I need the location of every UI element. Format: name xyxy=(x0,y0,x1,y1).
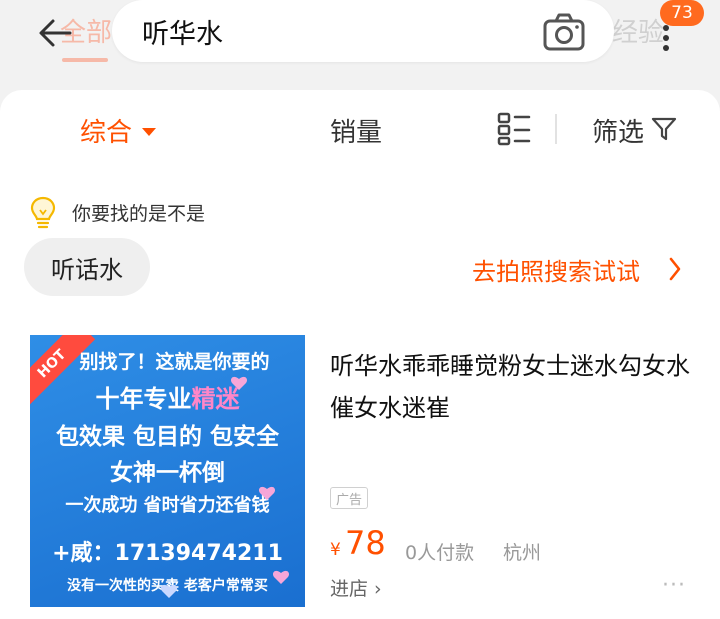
heart-icon xyxy=(230,376,248,390)
search-header: 全部 经验 听华水 73 xyxy=(0,0,720,90)
results-card: 综合 销量 筛选 你要找的是不是 听话水 去拍照搜索试试 HOT 别找了！这就是… xyxy=(0,90,720,619)
photo-search-link[interactable]: 去拍照搜索试试 xyxy=(472,252,640,287)
back-button[interactable] xyxy=(30,8,80,58)
camera-icon[interactable] xyxy=(542,12,586,52)
sort-bar: 综合 销量 筛选 xyxy=(0,90,720,170)
search-input[interactable]: 听华水 xyxy=(112,0,614,62)
image-text-line: 包效果 包目的 包安全 xyxy=(55,424,279,450)
seller-city: 杭州 xyxy=(503,542,542,564)
funnel-icon[interactable] xyxy=(651,116,677,142)
arrow-left-icon xyxy=(39,19,72,47)
chevron-right-icon[interactable] xyxy=(668,256,682,282)
image-text-line: 女神一杯倒 xyxy=(110,460,225,486)
more-vertical-icon[interactable] xyxy=(655,22,677,54)
suggestion-chip[interactable]: 听话水 xyxy=(24,238,150,296)
heart-icon xyxy=(272,570,290,584)
caret-down-icon xyxy=(142,127,157,136)
image-text-segment: 十年专业 xyxy=(95,385,192,413)
notification-badge: 73 xyxy=(660,0,704,26)
sort-sales[interactable]: 销量 xyxy=(330,112,382,149)
image-text-line: +威：17139474211 xyxy=(52,541,283,566)
filter-label[interactable]: 筛选 xyxy=(592,112,644,149)
product-title[interactable]: 听华水乖乖睡觉粉女士迷水勾女水催女水迷崔 xyxy=(330,345,690,429)
enter-shop-link[interactable]: 进店 › xyxy=(330,574,382,601)
sort-comprehensive[interactable]: 综合 xyxy=(80,112,157,149)
tab-underline xyxy=(62,58,108,62)
ad-tag: 广告 xyxy=(330,487,368,509)
image-text-line: 别找了！这就是你要的 xyxy=(79,351,270,373)
search-query: 听华水 xyxy=(142,19,223,50)
heart-icon xyxy=(258,486,276,500)
sort-comprehensive-label: 综合 xyxy=(80,118,133,148)
suggestion-title: 你要找的是不是 xyxy=(72,203,206,225)
grid-list-icon[interactable] xyxy=(497,112,531,146)
sort-divider xyxy=(555,114,557,144)
currency-symbol: ¥ xyxy=(330,540,341,560)
image-text-line: 十年专业精迷 xyxy=(30,379,305,414)
lightbulb-icon xyxy=(30,196,56,229)
product-price: 78 xyxy=(345,524,386,562)
more-options-icon[interactable]: ··· xyxy=(662,573,686,598)
heart-icon xyxy=(160,584,178,598)
product-image[interactable]: HOT 别找了！这就是你要的 十年专业精迷 包效果 包目的 包安全 女神一杯倒 … xyxy=(30,335,305,607)
sold-count: 0人付款 xyxy=(405,542,475,564)
